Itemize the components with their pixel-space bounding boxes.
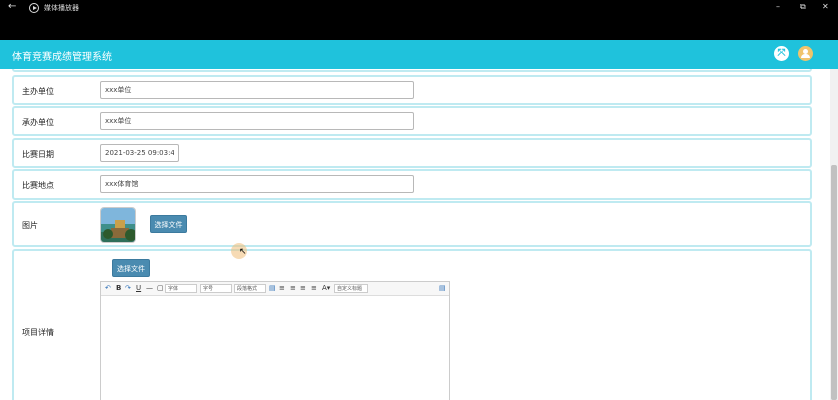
rich-text-editor[interactable]: ↶ B ↷ U — ▢ 字体 字号 段落格式 ▤ ≡ ≡ ≡ ≡ A▾ 自定义标…	[100, 281, 450, 400]
form-row-co-organizer: 承办单位	[12, 106, 812, 136]
redo-icon[interactable]: ↷	[125, 284, 131, 292]
paragraph-format-select[interactable]: 段落格式	[234, 284, 266, 293]
form-row-organizer: 主办单位	[12, 75, 812, 105]
venue-input[interactable]	[100, 175, 414, 193]
fullscreen-icon[interactable]: ⤧	[774, 46, 789, 61]
font-color-icon[interactable]: A▾	[322, 284, 330, 292]
details-choose-file-button[interactable]: 选择文件	[112, 259, 150, 277]
date-input[interactable]	[100, 144, 179, 162]
organizer-label: 主办单位	[22, 87, 54, 96]
form-row-details: 项目详情 选择文件 ↶ B ↷ U — ▢ 字体 字号 段落格式 ▤ ≡ ≡ ≡…	[12, 249, 812, 400]
fullscreen-editor-icon[interactable]: ▤	[439, 284, 446, 292]
align-justify-icon[interactable]: ≡	[311, 284, 317, 292]
undo-icon[interactable]: ↶	[105, 284, 111, 292]
restore-button[interactable]: ⧉	[800, 2, 806, 12]
font-size-select[interactable]: 字号	[200, 284, 232, 293]
uploaded-image-thumbnail	[100, 207, 136, 243]
back-arrow-icon[interactable]: ←	[8, 1, 16, 12]
play-icon	[29, 3, 39, 13]
player-title: 媒体播放器	[44, 4, 79, 12]
page-scrollbar-thumb[interactable]	[831, 165, 837, 400]
format-icon[interactable]: ▢	[157, 284, 164, 292]
co-organizer-label: 承办单位	[22, 118, 54, 127]
venue-label: 比赛地点	[22, 181, 54, 190]
image-label: 图片	[22, 221, 38, 230]
form-row-date: 比赛日期	[12, 138, 812, 168]
form-row-image: 图片 选择文件	[12, 201, 812, 247]
underline-icon[interactable]: U	[136, 284, 141, 292]
organizer-input[interactable]	[100, 81, 414, 99]
align-right-icon[interactable]: ≡	[300, 284, 306, 292]
form-row-venue: 比赛地点	[12, 169, 812, 200]
details-label: 项目详情	[22, 328, 54, 337]
custom-title-select[interactable]: 自定义标题	[334, 284, 368, 293]
mouse-cursor-icon: ↖	[239, 247, 247, 257]
player-title-bar: ← 媒体播放器 – ⧉ ✕	[0, 0, 838, 16]
minimize-button[interactable]: –	[776, 2, 780, 11]
editor-toolbar: ↶ B ↷ U — ▢ 字体 字号 段落格式 ▤ ≡ ≡ ≡ ≡ A▾ 自定义标…	[101, 282, 449, 296]
table-icon[interactable]: ▤	[269, 284, 276, 292]
close-button[interactable]: ✕	[822, 2, 829, 11]
date-label: 比赛日期	[22, 150, 54, 159]
align-center-icon[interactable]: ≡	[290, 284, 296, 292]
horizontal-line-icon[interactable]: —	[146, 284, 153, 292]
avatar-icon[interactable]	[798, 46, 813, 61]
player-black-area	[0, 16, 838, 40]
app-header: 体育竞赛成绩管理系统 ⤧	[0, 40, 838, 69]
font-family-select[interactable]: 字体	[165, 284, 197, 293]
co-organizer-input[interactable]	[100, 112, 414, 130]
align-left-icon[interactable]: ≡	[279, 284, 285, 292]
image-choose-file-button[interactable]: 选择文件	[150, 215, 187, 233]
form-content: 主办单位 承办单位 比赛日期 比赛地点 图片 选择文件	[0, 69, 830, 400]
form-row-partial	[12, 69, 812, 72]
bold-icon[interactable]: B	[116, 284, 121, 292]
app-title: 体育竞赛成绩管理系统	[12, 52, 112, 63]
